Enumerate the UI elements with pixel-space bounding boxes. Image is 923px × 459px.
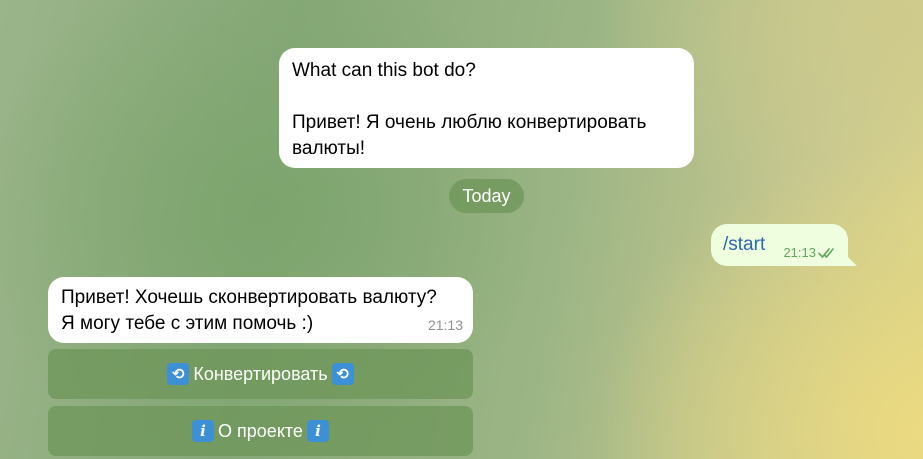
about-button[interactable]: i О проекте i (48, 406, 473, 456)
incoming-message-line1: Привет! Хочешь сконвертировать валюту? (61, 287, 437, 308)
incoming-message-time: 21:13 (427, 317, 463, 333)
start-command-link[interactable]: /start (723, 234, 765, 255)
double-check-icon (818, 247, 834, 258)
bot-info-description: Привет! Я очень люблю конвертировать вал… (292, 112, 647, 159)
about-button-label: О проекте (218, 420, 303, 441)
convert-button-label: Конвертировать (193, 363, 328, 384)
bubble-tail (843, 252, 857, 266)
date-separator: Today (449, 179, 524, 213)
convert-button[interactable]: ⟲ Конвертировать ⟲ (48, 349, 473, 399)
repeat-icon: ⟲ (331, 363, 354, 385)
info-icon: i (306, 420, 329, 442)
outgoing-message-meta: 21:13 (783, 245, 838, 260)
incoming-message: Привет! Хочешь сконвертировать валюту? Я… (48, 277, 473, 343)
bot-info-title: What can this bot do? (292, 60, 476, 81)
outgoing-message-time: 21:13 (783, 245, 816, 260)
info-icon: i (192, 420, 215, 442)
repeat-icon: ⟲ (167, 363, 190, 385)
outgoing-message: /start 21:13 (711, 224, 857, 266)
incoming-message-line2: Я могу тебе с этим помочь :) (61, 313, 314, 334)
bot-info-bubble: What can this bot do? Привет! Я очень лю… (279, 48, 694, 168)
